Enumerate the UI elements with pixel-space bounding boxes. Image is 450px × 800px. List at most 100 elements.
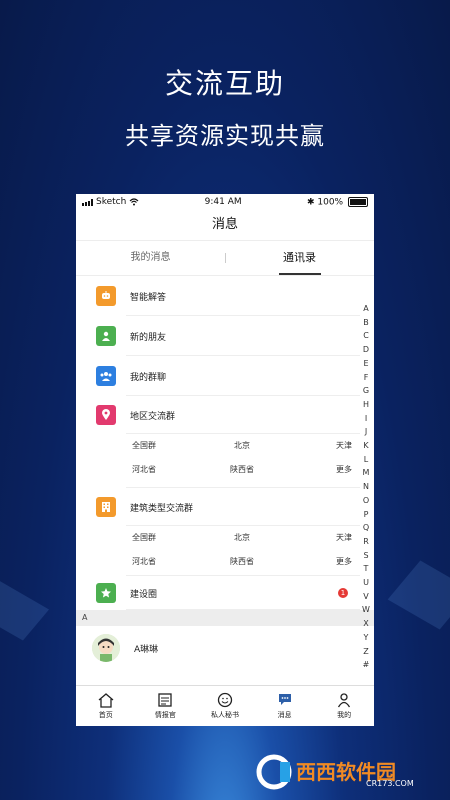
- alphabet-index-letter[interactable]: T: [360, 562, 372, 576]
- alphabet-index-letter[interactable]: V: [360, 590, 372, 604]
- watermark-logo: 西西软件园 CR173.COM: [256, 754, 414, 790]
- jianshequan-item[interactable]: 建设圈 1: [76, 576, 374, 610]
- page-title: 消息: [76, 210, 374, 241]
- signal-icon: [82, 198, 93, 206]
- watermark-url: CR173.COM: [366, 779, 414, 788]
- battery-icon: [347, 196, 368, 207]
- newspaper-icon: [158, 693, 173, 707]
- user-icon: [96, 326, 116, 346]
- phone-screen: Sketch 9:41 AM ✱ 100% 消息 我的消息 通讯录 智能解答 新…: [76, 194, 374, 726]
- alphabet-index-letter[interactable]: G: [360, 384, 372, 398]
- nav-home[interactable]: 首页: [76, 686, 136, 726]
- alphabet-index-letter[interactable]: I: [360, 412, 372, 426]
- hero-subtitle: 共享资源实现共赢: [125, 122, 325, 150]
- new-friends-label: 新的朋友: [130, 332, 167, 343]
- building-groups-section: 建筑类型交流群 全国群 北京 天津 河北省 陕西省 更多: [76, 488, 374, 576]
- alphabet-index-letter[interactable]: H: [360, 398, 372, 412]
- alphabet-index-letter[interactable]: R: [360, 535, 372, 549]
- region-more-link[interactable]: 更多: [292, 550, 352, 574]
- alphabet-index-letter[interactable]: Q: [360, 521, 372, 535]
- smiley-icon: [217, 692, 233, 708]
- alphabet-index-letter[interactable]: U: [360, 576, 372, 590]
- alphabet-index-letter[interactable]: X: [360, 617, 372, 631]
- home-icon: [98, 693, 114, 708]
- region-link[interactable]: 陕西省: [212, 550, 272, 574]
- bottom-navigation: 首页 情报官 私人秘书 消息 我的: [76, 685, 374, 726]
- alphabet-index-letter[interactable]: D: [360, 343, 372, 357]
- nav-label: 消息: [277, 711, 292, 719]
- alphabet-index-letter[interactable]: Z: [360, 645, 372, 659]
- building-groups-label: 建筑类型交流群: [130, 503, 194, 514]
- alphabet-index-letter[interactable]: L: [360, 453, 372, 467]
- new-friends-item[interactable]: 新的朋友: [76, 316, 374, 356]
- region-link[interactable]: 北京: [212, 434, 272, 458]
- person-icon: [338, 693, 351, 708]
- my-groups-label: 我的群聊: [130, 372, 167, 383]
- nav-label: 情报官: [154, 711, 176, 719]
- robot-icon: [96, 286, 116, 306]
- tab-bar: 我的消息 通讯录: [76, 241, 374, 276]
- region-link[interactable]: 全国群: [132, 526, 192, 550]
- building-icon: [96, 497, 116, 517]
- alphabet-index-letter[interactable]: M: [360, 466, 372, 480]
- region-more-link[interactable]: 更多: [292, 458, 352, 482]
- nav-label: 私人秘书: [210, 711, 239, 719]
- alphabet-index-letter[interactable]: O: [360, 494, 372, 508]
- ai-answer-label: 智能解答: [130, 292, 167, 303]
- tab-my-messages[interactable]: 我的消息: [76, 241, 225, 275]
- alphabet-index-letter[interactable]: F: [360, 371, 372, 385]
- alphabet-index-letter[interactable]: J: [360, 425, 372, 439]
- status-time: 9:41 AM: [204, 197, 242, 207]
- region-link[interactable]: 北京: [212, 526, 272, 550]
- tab-contacts[interactable]: 通讯录: [225, 241, 374, 275]
- building-groups-item[interactable]: 建筑类型交流群: [76, 488, 374, 526]
- background-shape: [0, 579, 50, 641]
- background-shape: [387, 560, 450, 630]
- alphabet-index[interactable]: A B C D E F G H I J K L M N O P Q R S T U V W X Y Z #: [360, 302, 372, 672]
- nav-label: 我的: [337, 711, 352, 719]
- regional-groups-item[interactable]: 地区交流群: [76, 396, 374, 434]
- bluetooth-icon: ✱: [306, 197, 315, 208]
- carrier-name: Sketch: [96, 197, 127, 207]
- alphabet-index-letter[interactable]: P: [360, 508, 372, 522]
- chat-icon: [278, 694, 291, 705]
- nav-label: 首页: [98, 711, 113, 719]
- star-icon: [96, 583, 116, 603]
- contact-name: A琳琳: [134, 644, 159, 655]
- alphabet-index-letter[interactable]: #: [360, 658, 372, 672]
- region-link[interactable]: 天津: [292, 526, 352, 550]
- region-link[interactable]: 河北省: [132, 458, 192, 482]
- nav-messages[interactable]: 消息: [255, 686, 315, 726]
- battery-percent: 100%: [317, 197, 344, 208]
- nav-intelligence[interactable]: 情报官: [136, 686, 196, 726]
- status-bar: Sketch 9:41 AM ✱ 100%: [76, 194, 374, 210]
- nav-profile[interactable]: 我的: [314, 686, 374, 726]
- my-groups-item[interactable]: 我的群聊: [76, 356, 374, 396]
- regional-groups-grid: 全国群 北京 天津 河北省 陕西省 更多: [76, 434, 374, 488]
- alphabet-index-letter[interactable]: A: [360, 302, 372, 316]
- jianshequan-label: 建设圈: [130, 589, 158, 600]
- alphabet-index-letter[interactable]: E: [360, 357, 372, 371]
- regional-groups-section: 地区交流群 全国群 北京 天津 河北省 陕西省 更多: [76, 396, 374, 488]
- avatar: [92, 634, 120, 662]
- hero-title: 交流互助: [164, 67, 285, 100]
- contact-item[interactable]: A琳琳: [76, 626, 374, 670]
- nav-secretary[interactable]: 私人秘书: [195, 686, 255, 726]
- region-link[interactable]: 全国群: [132, 434, 192, 458]
- section-header: A: [76, 610, 374, 626]
- alphabet-index-letter[interactable]: B: [360, 316, 372, 330]
- regional-groups-label: 地区交流群: [130, 411, 176, 422]
- alphabet-index-letter[interactable]: W: [360, 603, 372, 617]
- region-link[interactable]: 天津: [292, 434, 352, 458]
- group-icon: [96, 366, 116, 386]
- alphabet-index-letter[interactable]: S: [360, 549, 372, 563]
- alphabet-index-letter[interactable]: C: [360, 329, 372, 343]
- ai-answer-item[interactable]: 智能解答: [76, 276, 374, 316]
- alphabet-index-letter[interactable]: K: [360, 439, 372, 453]
- alphabet-index-letter[interactable]: Y: [360, 631, 372, 645]
- region-link[interactable]: 陕西省: [212, 458, 272, 482]
- alphabet-index-letter[interactable]: N: [360, 480, 372, 494]
- building-groups-grid: 全国群 北京 天津 河北省 陕西省 更多: [76, 526, 374, 576]
- region-link[interactable]: 河北省: [132, 550, 192, 574]
- unread-badge: 1: [338, 588, 348, 598]
